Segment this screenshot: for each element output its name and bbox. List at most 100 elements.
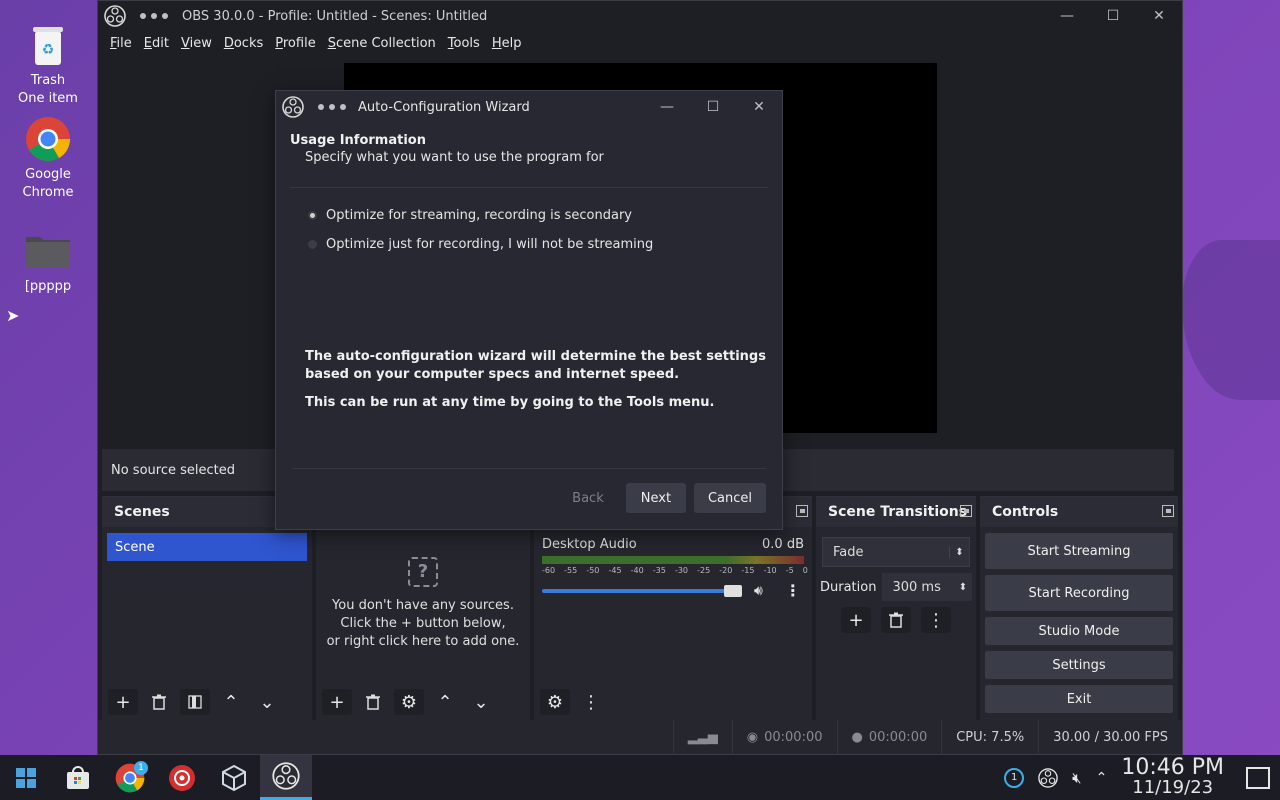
notification-badge: 1	[134, 761, 148, 775]
close-button[interactable]: ✕	[1136, 8, 1182, 24]
transition-select[interactable]: Fade ⬍	[822, 537, 970, 567]
move-scene-up-icon[interactable]: ⌃	[216, 689, 246, 715]
start-streaming-button[interactable]: Start Streaming	[985, 533, 1173, 569]
clock[interactable]: 10:46 PM 11/19/23	[1121, 754, 1224, 798]
no-source-label: No source selected	[111, 462, 235, 478]
sources-empty-line: or right click here to add one.	[326, 634, 520, 649]
add-scene-icon[interactable]: +	[108, 689, 138, 715]
transitions-dock-title: Scene Transitions	[816, 497, 976, 527]
speaker-icon[interactable]: 🔊︎	[754, 583, 763, 599]
store-icon[interactable]	[52, 755, 104, 800]
exit-button[interactable]: Exit	[985, 685, 1173, 713]
meter-scale: -60 -55 -50 -45 -40 -35 -30 -25 -20 -15 -10 -5 0	[542, 566, 808, 575]
divider	[290, 187, 768, 188]
scene-list-item[interactable]: Scene	[107, 533, 307, 561]
duration-spinbox[interactable]: 300 ms ⬍	[882, 573, 972, 601]
window-menu-dots-icon[interactable]	[140, 13, 168, 19]
remove-source-icon[interactable]	[358, 689, 388, 715]
mixer-more-icon[interactable]: ⋮	[576, 689, 606, 715]
source-properties-gear-icon[interactable]: ⚙	[394, 689, 424, 715]
wizard-close-button[interactable]: ✕	[736, 99, 782, 115]
virtualbox-icon[interactable]	[208, 755, 260, 800]
stream-indicator-icon: ◉	[746, 729, 759, 745]
settings-button[interactable]: Settings	[985, 651, 1173, 679]
wizard-note-2: This can be run at any time by going to …	[305, 395, 715, 410]
cancel-button[interactable]: Cancel	[693, 483, 766, 513]
show-desktop-icon[interactable]	[1246, 766, 1270, 789]
tray-expand-icon[interactable]: ⌃	[1096, 770, 1108, 786]
obs-taskbar-icon[interactable]	[260, 755, 312, 800]
radio-unselected-icon[interactable]	[308, 240, 317, 249]
mixer-settings-gear-icon[interactable]: ⚙	[540, 689, 570, 715]
radio-optimize-recording[interactable]: Optimize just for recording, I will not …	[290, 237, 768, 252]
start-menu-icon[interactable]	[0, 755, 52, 800]
update-notification-icon[interactable]: 1	[1004, 767, 1025, 788]
volume-slider[interactable]	[542, 584, 742, 597]
menu-bar: File Edit View Docks Profile Scene Colle…	[98, 31, 1182, 55]
menu-scene-collection[interactable]: Scene Collection	[328, 36, 436, 51]
controls-dock-title: Controls	[980, 497, 1178, 527]
music-player-icon[interactable]	[156, 755, 208, 800]
wizard-minimize-button[interactable]: —	[644, 99, 690, 115]
desktop-icon-trash[interactable]: ♻ Trash One item	[3, 22, 93, 108]
wallpaper-shape	[1182, 240, 1280, 400]
menu-view[interactable]: View	[181, 36, 212, 51]
float-dock-icon[interactable]	[960, 505, 972, 517]
move-source-up-icon[interactable]: ⌃	[430, 689, 460, 715]
obs-logo-icon	[104, 5, 126, 27]
folder-icon	[25, 228, 71, 274]
mixer-menu-icon[interactable]: ⋮	[785, 581, 801, 600]
volume-meter	[542, 556, 804, 564]
desktop-icon-label: [ppppp	[24, 279, 72, 294]
auto-config-wizard-dialog: Auto-Configuration Wizard — ☐ ✕ Usage In…	[275, 90, 783, 530]
move-scene-down-icon[interactable]: ⌄	[252, 689, 282, 715]
radio-optimize-streaming[interactable]: Optimize for streaming, recording is sec…	[290, 208, 768, 223]
chrome-taskbar-icon[interactable]: 1	[104, 755, 156, 800]
svg-text:♻: ♻	[42, 42, 55, 58]
wizard-note-1: The auto-configuration wizard will deter…	[305, 349, 766, 382]
wizard-heading: Usage Information	[290, 133, 426, 148]
volume-muted-icon[interactable]: 🔇︎	[1072, 769, 1081, 787]
desktop-icon-folder[interactable]: [ppppp	[3, 228, 93, 296]
question-icon: ?	[408, 557, 438, 587]
transition-menu-icon[interactable]: ⋮	[921, 607, 951, 633]
next-button[interactable]: Next	[625, 483, 686, 513]
maximize-button[interactable]: ☐	[1090, 8, 1136, 24]
wizard-titlebar[interactable]: Auto-Configuration Wizard — ☐ ✕	[276, 91, 782, 123]
radio-selected-icon[interactable]	[308, 211, 317, 220]
chrome-icon	[25, 116, 71, 162]
menu-docks[interactable]: Docks	[224, 36, 263, 51]
float-dock-icon[interactable]	[796, 505, 808, 517]
menu-file[interactable]: File	[110, 36, 132, 51]
add-source-icon[interactable]: +	[322, 689, 352, 715]
scene-filters-icon[interactable]	[180, 689, 210, 715]
mouse-cursor-icon: ➤	[6, 306, 20, 325]
move-source-down-icon[interactable]: ⌄	[466, 689, 496, 715]
obs-tray-icon[interactable]	[1038, 767, 1058, 788]
studio-mode-button[interactable]: Studio Mode	[985, 617, 1173, 645]
status-bar: ▂▃▅ ◉ 00:00:00 ● 00:00:00 CPU: 7.5% 30.00 …	[98, 720, 1182, 754]
start-recording-button[interactable]: Start Recording	[985, 575, 1173, 611]
divider	[292, 468, 766, 469]
spin-arrows-icon[interactable]: ⬍	[954, 582, 972, 593]
wizard-maximize-button[interactable]: ☐	[690, 99, 736, 115]
record-indicator-icon: ●	[851, 729, 863, 745]
menu-help[interactable]: Help	[492, 36, 522, 51]
remove-transition-icon[interactable]	[881, 607, 911, 633]
menu-tools[interactable]: Tools	[448, 36, 480, 51]
add-transition-icon[interactable]: +	[841, 607, 871, 633]
back-button[interactable]: Back	[558, 483, 618, 513]
clock-time: 10:46 PM	[1121, 754, 1224, 780]
sources-empty-line: Click the + button below,	[340, 616, 506, 631]
window-menu-dots-icon[interactable]	[318, 104, 346, 110]
desktop-icon-sublabel: One item	[18, 91, 78, 106]
menu-edit[interactable]: Edit	[144, 36, 169, 51]
menu-profile[interactable]: Profile	[275, 36, 315, 51]
trash-icon: ♻	[25, 22, 71, 68]
remove-scene-icon[interactable]	[144, 689, 174, 715]
float-dock-icon[interactable]	[1162, 505, 1174, 517]
desktop-icon-chrome[interactable]: Google Chrome	[3, 116, 93, 202]
desktop-icon-label: Google	[25, 167, 71, 182]
minimize-button[interactable]: —	[1044, 8, 1090, 24]
obs-titlebar[interactable]: OBS 30.0.0 - Profile: Untitled - Scenes:…	[98, 1, 1182, 31]
